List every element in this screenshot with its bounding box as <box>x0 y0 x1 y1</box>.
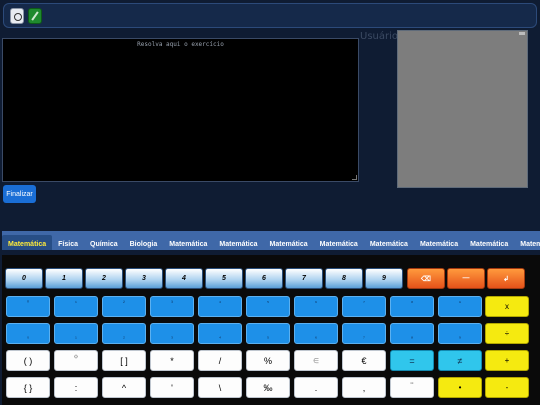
key-digit-4[interactable]: 4 <box>165 268 203 289</box>
finalize-button[interactable]: Finalizar <box>3 185 36 203</box>
key-subscript-5[interactable]: ₅ <box>246 323 290 344</box>
key-subscript-0[interactable]: ₀ <box>6 323 50 344</box>
key-subscript-3[interactable]: ₃ <box>150 323 194 344</box>
tab-item[interactable]: Matemática <box>464 235 514 250</box>
enter-icon[interactable]: ↲ <box>487 268 525 289</box>
key-digit-7[interactable]: 7 <box>285 268 323 289</box>
key-colon[interactable]: : <box>54 377 98 398</box>
backspace-icon[interactable]: ⌫ <box>407 268 445 289</box>
key-digit-0[interactable]: 0 <box>5 268 43 289</box>
key-superscript-6[interactable]: ⁶ <box>294 296 338 317</box>
key-multiply[interactable]: x <box>485 296 529 317</box>
key-braces[interactable]: { } <box>6 377 50 398</box>
key-digit-3[interactable]: 3 <box>125 268 163 289</box>
key-superscript-5[interactable]: ⁵ <box>246 296 290 317</box>
key-digit-9[interactable]: 9 <box>365 268 403 289</box>
preview-panel <box>397 30 528 188</box>
key-caret[interactable]: ^ <box>102 377 146 398</box>
tab-item[interactable]: Matemática <box>264 235 314 250</box>
app-icon[interactable] <box>10 8 24 24</box>
key-element-of[interactable]: ∈ <box>294 350 338 371</box>
key-asterisk[interactable]: * <box>150 350 194 371</box>
key-superscript-3[interactable]: ³ <box>150 296 194 317</box>
key-digit-8[interactable]: 8 <box>325 268 363 289</box>
key-backslash[interactable]: \ <box>198 377 242 398</box>
key-divide[interactable]: ÷ <box>485 323 529 344</box>
user-label: Usuário <box>360 31 399 42</box>
tab-item[interactable]: Matemática <box>414 235 464 250</box>
workspace-placeholder: Resolva aqui o exercício <box>137 41 224 48</box>
key-subscript-9[interactable]: ₉ <box>438 323 482 344</box>
key-superscript-4[interactable]: ⁴ <box>198 296 242 317</box>
key-diaeresis[interactable]: ¨ <box>390 377 434 398</box>
key-superscript-8[interactable]: ⁸ <box>390 296 434 317</box>
tab-item[interactable]: Matemática <box>364 235 414 250</box>
key-digit-1[interactable]: 1 <box>45 268 83 289</box>
key-superscript-2[interactable]: ² <box>102 296 146 317</box>
tab-item[interactable]: Física <box>52 235 84 250</box>
key-superscript-parentheses[interactable]: ⁽⁾ <box>54 350 98 371</box>
key-fraction-bar[interactable]: — <box>447 268 485 289</box>
key-per-mille[interactable]: ‰ <box>246 377 290 398</box>
pencil-icon[interactable] <box>28 8 42 24</box>
key-superscript-0[interactable]: ⁰ <box>6 296 50 317</box>
key-superscript-9[interactable]: ⁹ <box>438 296 482 317</box>
key-subscript-1[interactable]: ₁ <box>54 323 98 344</box>
key-euro[interactable]: € <box>342 350 386 371</box>
key-slash[interactable]: / <box>198 350 242 371</box>
tab-item[interactable]: Matemática <box>163 235 213 250</box>
symbol-keypad: 0 1 2 3 4 5 6 7 8 9 ⌫ — ↲ ⁰ ¹ ² ³ ⁴ ⁵ ⁶ … <box>2 255 540 405</box>
tab-item[interactable]: Matemática <box>213 235 263 250</box>
tab-item[interactable]: Matemática <box>2 235 53 250</box>
tab-item[interactable]: Matemática <box>314 235 364 250</box>
subject-tab-bar: Matemática Física Química Biologia Matemátic… <box>2 231 540 250</box>
key-brackets[interactable]: [ ] <box>102 350 146 371</box>
key-comma[interactable]: , <box>342 377 386 398</box>
key-digit-5[interactable]: 5 <box>205 268 243 289</box>
key-parentheses[interactable]: ( ) <box>6 350 50 371</box>
key-period[interactable]: . <box>294 377 338 398</box>
key-digit-6[interactable]: 6 <box>245 268 283 289</box>
resize-handle-icon[interactable] <box>352 175 357 180</box>
key-equals[interactable]: = <box>390 350 434 371</box>
key-not-equal[interactable]: ≠ <box>438 350 482 371</box>
tab-item[interactable]: Biologia <box>124 235 164 250</box>
key-superscript-1[interactable]: ¹ <box>54 296 98 317</box>
tab-item[interactable]: Matemática <box>514 235 540 250</box>
top-toolbar <box>3 3 537 28</box>
key-minus[interactable]: - <box>485 377 529 398</box>
key-bullet[interactable]: • <box>438 377 482 398</box>
preview-corner-icon <box>519 32 525 35</box>
key-subscript-2[interactable]: ₂ <box>102 323 146 344</box>
key-digit-2[interactable]: 2 <box>85 268 123 289</box>
key-subscript-8[interactable]: ₈ <box>390 323 434 344</box>
key-plus[interactable]: + <box>485 350 529 371</box>
key-percent[interactable]: % <box>246 350 290 371</box>
key-subscript-7[interactable]: ₇ <box>342 323 386 344</box>
key-subscript-6[interactable]: ₆ <box>294 323 338 344</box>
exercise-workspace[interactable]: Resolva aqui o exercício <box>2 38 359 182</box>
key-apostrophe[interactable]: ' <box>150 377 194 398</box>
key-superscript-7[interactable]: ⁷ <box>342 296 386 317</box>
key-subscript-4[interactable]: ₄ <box>198 323 242 344</box>
tab-item[interactable]: Química <box>84 235 124 250</box>
